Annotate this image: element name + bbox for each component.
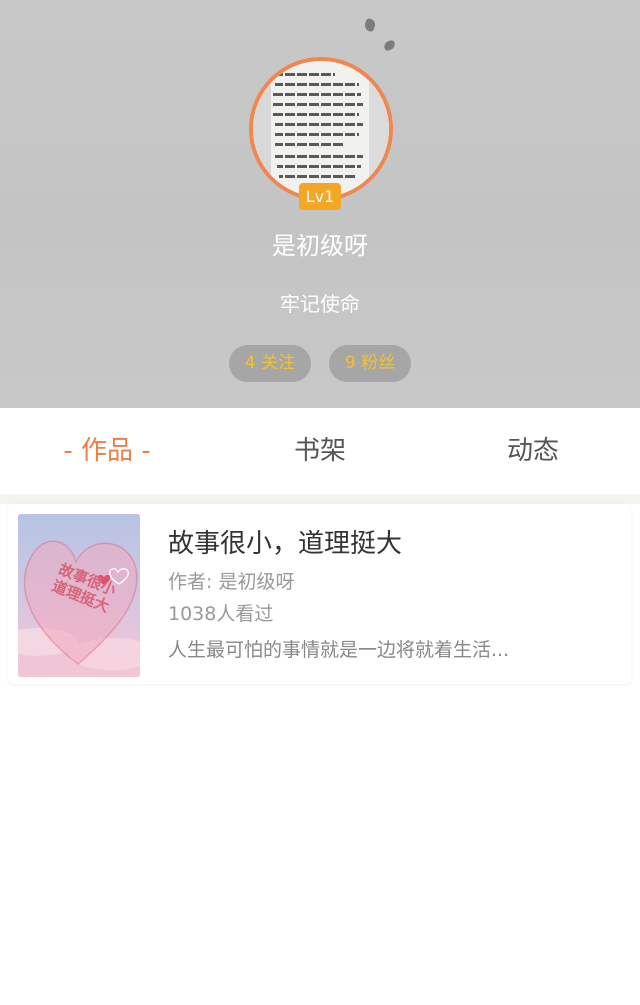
handwritten-note-photo-icon bbox=[253, 61, 389, 197]
leaf-decoration-icon bbox=[363, 17, 377, 33]
section-divider bbox=[0, 494, 640, 504]
tab-works[interactable]: - 作品 - bbox=[32, 408, 182, 494]
work-author: 作者: 是初级呀 bbox=[168, 571, 295, 593]
following-label: 关注 bbox=[261, 353, 296, 373]
tab-activity[interactable]: 动态 bbox=[458, 408, 608, 494]
book-cover[interactable]: 故事很小 道理挺大 bbox=[18, 514, 140, 677]
user-signature: 牢记使命 bbox=[280, 292, 360, 316]
avatar[interactable] bbox=[249, 57, 393, 201]
profile-page: Lv1 是初级呀 牢记使命 4 关注 9 粉丝 - 作品 - 书架 动态 故事很… bbox=[0, 0, 640, 1005]
username: 是初级呀 bbox=[272, 232, 368, 260]
following-count: 4 bbox=[244, 353, 256, 373]
tab-bookshelf[interactable]: 书架 bbox=[245, 408, 395, 494]
work-view-count: 1038人看过 bbox=[168, 603, 274, 625]
profile-tab-bar: - 作品 - 书架 动态 bbox=[0, 408, 640, 494]
level-badge: Lv1 bbox=[299, 183, 341, 210]
work-title[interactable]: 故事很小，道理挺大 bbox=[168, 526, 402, 562]
leaf-decoration-icon bbox=[383, 39, 396, 52]
work-summary: 人生最可怕的事情就是一边将就着生活... bbox=[168, 639, 510, 661]
followers-count: 9 bbox=[344, 353, 356, 373]
work-card[interactable]: 故事很小 道理挺大 故事很小，道理挺大 作者: 是初级呀 1038人看过 人生最… bbox=[8, 504, 631, 684]
followers-label: 粉丝 bbox=[361, 353, 396, 373]
following-button[interactable]: 4 关注 bbox=[229, 345, 311, 382]
profile-header: Lv1 是初级呀 牢记使命 4 关注 9 粉丝 bbox=[0, 0, 640, 408]
followers-button[interactable]: 9 粉丝 bbox=[329, 345, 411, 382]
